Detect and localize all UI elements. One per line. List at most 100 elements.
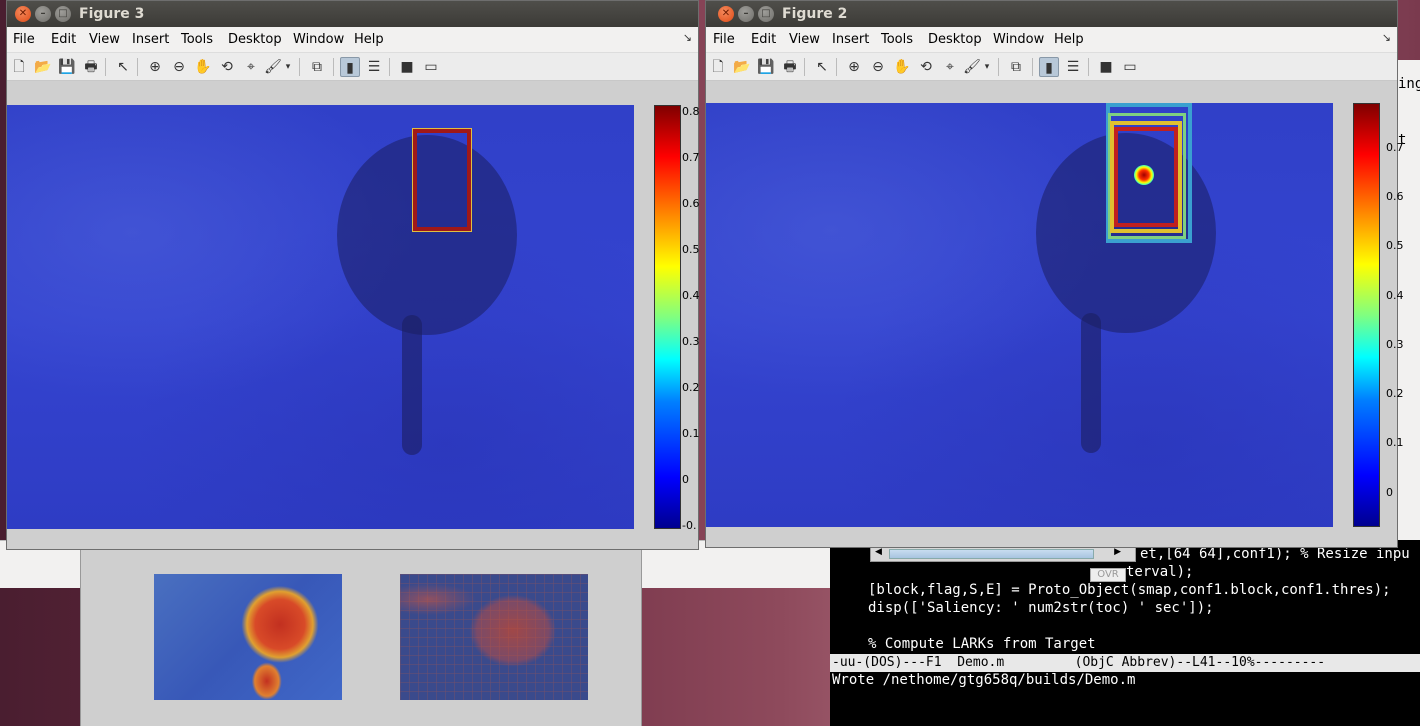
menu-tools[interactable]: Tools: [881, 32, 913, 47]
open-folder-icon[interactable]: 📂: [33, 57, 53, 77]
zoom-out-icon[interactable]: ⊖: [169, 57, 189, 77]
edge-text-1: ing: [1398, 76, 1420, 92]
colorbar-tick: 0.5: [682, 243, 700, 256]
figure-2-image-axes[interactable]: [706, 103, 1333, 527]
colorbar-tick: 0.2: [1386, 387, 1404, 400]
code-line: disp(['Saliency: ' num2str(toc) ' sec'])…: [868, 600, 1214, 616]
print-icon[interactable]: 🖶: [81, 57, 101, 77]
menu-help[interactable]: Help: [354, 32, 384, 47]
scroll-left-icon[interactable]: ◀: [875, 547, 882, 557]
colorbar-tick: 0.6: [1386, 190, 1404, 203]
colorbar-icon[interactable]: ▮: [340, 57, 360, 77]
colorbar-tick: 0.8: [682, 105, 700, 118]
menu-insert[interactable]: Insert: [132, 32, 169, 47]
rotate-3d-icon[interactable]: ⟲: [217, 57, 237, 77]
rotate-3d-icon[interactable]: ⟲: [916, 57, 936, 77]
colorbar-tick: 0.5: [1386, 239, 1404, 252]
open-folder-icon[interactable]: 📂: [732, 57, 752, 77]
show-plot-tools-icon[interactable]: ▭: [421, 57, 441, 77]
menu-desktop[interactable]: Desktop: [928, 32, 982, 47]
data-cursor-icon[interactable]: ⌖: [940, 57, 960, 77]
save-icon[interactable]: 💾: [756, 57, 776, 77]
minimize-icon[interactable]: –: [35, 6, 51, 22]
menu-window[interactable]: Window: [293, 32, 344, 47]
brush-icon[interactable]: 🖌: [962, 57, 982, 77]
data-cursor-icon[interactable]: ⌖: [241, 57, 261, 77]
emacs-modeline: -uu-(DOS)---F1 Demo.m (ObjC Abbrev)--L41…: [830, 654, 1420, 672]
menu-tools[interactable]: Tools: [181, 32, 213, 47]
emacs-minibuffer[interactable]: Wrote /nethome/gtg658q/builds/Demo.m: [832, 672, 1135, 688]
maximize-icon[interactable]: □: [55, 6, 71, 22]
menu-view[interactable]: View: [89, 32, 120, 47]
colorbar-icon[interactable]: ▮: [1039, 57, 1059, 77]
window-title: Figure 3: [79, 6, 145, 22]
brush-dropdown-icon[interactable]: ▾: [283, 57, 293, 77]
proto-object-thumbnail: [400, 574, 588, 700]
new-file-icon[interactable]: 🗋: [9, 57, 29, 77]
pan-hand-icon[interactable]: ✋: [193, 57, 213, 77]
figure-3-titlebar[interactable]: ✕ – □ Figure 3: [7, 1, 698, 27]
code-line: % Compute LARKs from Target: [868, 636, 1096, 652]
figure-3-window[interactable]: ✕ – □ Figure 3 File Edit View Insert Too…: [6, 0, 700, 550]
pointer-icon[interactable]: ↖: [812, 57, 832, 77]
pointer-icon[interactable]: ↖: [113, 57, 133, 77]
zoom-in-icon[interactable]: ⊕: [844, 57, 864, 77]
hide-plot-tools-icon[interactable]: ■: [397, 57, 417, 77]
menu-edit[interactable]: Edit: [51, 32, 76, 47]
close-icon[interactable]: ✕: [718, 6, 734, 22]
show-plot-tools-icon[interactable]: ▭: [1120, 57, 1140, 77]
scroll-right-icon[interactable]: ▶: [1114, 547, 1121, 557]
code-line: et,[64 64],conf1); % Resize inpu: [1140, 546, 1410, 562]
maximize-icon[interactable]: □: [758, 6, 774, 22]
menu-insert[interactable]: Insert: [832, 32, 869, 47]
save-icon[interactable]: 💾: [57, 57, 77, 77]
scrollbar-thumb[interactable]: [889, 549, 1094, 559]
brush-icon[interactable]: 🖌: [263, 57, 283, 77]
figure-3-menubar: File Edit View Insert Tools Desktop Wind…: [7, 27, 698, 53]
figure-3-toolbar: 🗋 📂 💾 🖶 ↖ ⊕ ⊖ ✋ ⟲ ⌖ 🖌 ▾ ⧉ ▮ ☰ ■ ▭: [7, 53, 698, 81]
legend-icon[interactable]: ☰: [364, 57, 384, 77]
colorbar-tick: 0.1: [682, 427, 700, 440]
figure-3-image-axes[interactable]: [7, 105, 634, 529]
colorbar-tick: 0.4: [1386, 289, 1404, 302]
dock-icon[interactable]: ↘: [683, 31, 692, 44]
menu-edit[interactable]: Edit: [751, 32, 776, 47]
menu-file[interactable]: File: [13, 32, 35, 47]
menu-help[interactable]: Help: [1054, 32, 1084, 47]
figure-2-colorbar[interactable]: [1353, 103, 1380, 527]
colorbar-tick: 0: [1386, 486, 1393, 499]
link-plot-icon[interactable]: ⧉: [1006, 57, 1026, 77]
pan-hand-icon[interactable]: ✋: [892, 57, 912, 77]
menu-view[interactable]: View: [789, 32, 820, 47]
close-icon[interactable]: ✕: [15, 6, 31, 22]
colorbar-tick: 0.7: [1386, 141, 1404, 154]
minimize-icon[interactable]: –: [738, 6, 754, 22]
detection-box: [413, 129, 471, 231]
colorbar-tick: 0.6: [682, 197, 700, 210]
hide-plot-tools-icon[interactable]: ■: [1096, 57, 1116, 77]
figure-3-colorbar[interactable]: [654, 105, 681, 529]
saliency-peak: [1134, 165, 1154, 185]
figure-2-window[interactable]: ✕ – □ Figure 2 File Edit View Insert Too…: [705, 0, 1404, 548]
colorbar-tick: 0.4: [682, 289, 700, 302]
colorbar-tick: 0.3: [682, 335, 700, 348]
horizontal-scrollbar[interactable]: ◀ ▶: [870, 546, 1136, 562]
legend-icon[interactable]: ☰: [1063, 57, 1083, 77]
window-title: Figure 2: [782, 6, 848, 22]
overwrite-indicator: OVR: [1090, 568, 1126, 582]
menu-desktop[interactable]: Desktop: [228, 32, 282, 47]
dock-icon[interactable]: ↘: [1382, 31, 1391, 44]
menu-file[interactable]: File: [713, 32, 735, 47]
brush-dropdown-icon[interactable]: ▾: [982, 57, 992, 77]
code-line: terval);: [1126, 564, 1194, 580]
zoom-out-icon[interactable]: ⊖: [868, 57, 888, 77]
new-file-icon[interactable]: 🗋: [708, 57, 728, 77]
link-plot-icon[interactable]: ⧉: [307, 57, 327, 77]
saliency-map-thumbnail: [154, 574, 342, 700]
zoom-in-icon[interactable]: ⊕: [145, 57, 165, 77]
menu-window[interactable]: Window: [993, 32, 1044, 47]
figure-2-titlebar[interactable]: ✕ – □ Figure 2: [706, 1, 1397, 27]
colorbar-tick: 0: [682, 473, 689, 486]
print-icon[interactable]: 🖶: [780, 57, 800, 77]
code-line: [block,flag,S,E] = Proto_Object(smap,con…: [868, 582, 1391, 598]
